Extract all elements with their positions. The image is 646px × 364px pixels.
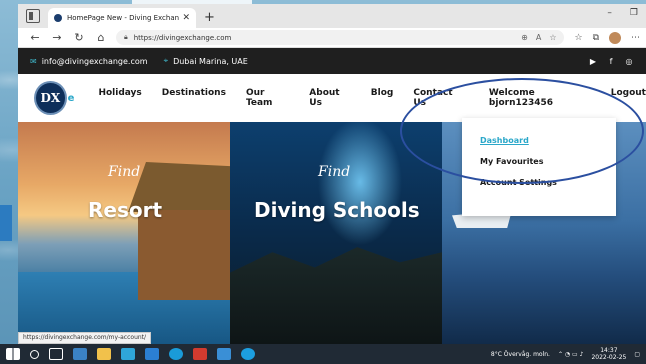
home-icon[interactable]: ⌂	[90, 31, 112, 44]
facebook-icon[interactable]: f	[606, 57, 616, 66]
tray-icons[interactable]: ⌃ ◔ ▭ ♪	[558, 351, 583, 358]
logo-text: DX	[40, 91, 61, 105]
hut-body-graphic	[138, 210, 230, 300]
widgets-icon[interactable]	[73, 348, 87, 360]
refresh-icon[interactable]: ↻	[68, 31, 90, 44]
close-tab-icon[interactable]: ✕	[182, 13, 190, 23]
acrobat-icon[interactable]	[193, 348, 207, 360]
dropdown-item-dashboard[interactable]: Dashboard	[480, 136, 616, 157]
start-icon[interactable]	[6, 348, 20, 360]
address-bar: ← → ↻ ⌂ 🔒︎ https://divingexchange.com ⊕ …	[18, 28, 646, 48]
browser-tab[interactable]: HomePage New - Diving Exchan ✕	[48, 8, 196, 28]
account-dropdown: Dashboard My Favourites Account Settings	[462, 118, 616, 216]
maximize-icon[interactable]: ❐	[630, 8, 638, 18]
hero-panel-resort[interactable]: Find Resort	[18, 122, 230, 344]
hero-panel-diving-schools[interactable]: Find Diving Schools	[230, 122, 442, 344]
task-view-icon[interactable]	[49, 348, 63, 360]
forward-icon[interactable]: →	[46, 31, 68, 44]
panel-find-label: Find	[318, 164, 351, 180]
store-icon[interactable]	[121, 348, 135, 360]
file-explorer-icon[interactable]	[97, 348, 111, 360]
windows-taskbar: 8°C Övervåg. moln. ⌃ ◔ ▭ ♪ 14:37 2022-02…	[0, 344, 646, 364]
more-options-icon[interactable]: ⋯	[631, 33, 640, 43]
nav-item-about-us[interactable]: About Us	[309, 88, 351, 108]
app-icon[interactable]	[217, 348, 231, 360]
nav-item-welcome-user[interactable]: Welcome bjorn123456	[489, 88, 591, 108]
new-tab-icon[interactable]: +	[204, 10, 215, 25]
notifications-icon[interactable]: ▢	[634, 351, 640, 358]
weather-text[interactable]: 8°C Övervåg. moln.	[491, 351, 550, 358]
nav-item-destinations[interactable]: Destinations	[162, 88, 226, 108]
instagram-icon[interactable]: ◎	[624, 57, 634, 66]
mail-app-icon[interactable]	[145, 348, 159, 360]
system-tray: 8°C Övervåg. moln. ⌃ ◔ ▭ ♪ 14:37 2022-02…	[491, 347, 646, 361]
back-icon[interactable]: ←	[24, 31, 46, 44]
lock-icon[interactable]: 🔒︎	[124, 33, 128, 42]
background-window-edge	[0, 205, 12, 241]
site-favicon-icon	[54, 14, 62, 22]
nav-item-blog[interactable]: Blog	[371, 88, 394, 108]
nav-item-holidays[interactable]: Holidays	[98, 88, 141, 108]
reef-graphic	[230, 247, 442, 344]
nav-item-contact-us[interactable]: Contact Us	[413, 88, 463, 108]
minimize-icon[interactable]: –	[607, 8, 612, 18]
clock-time: 14:37	[600, 347, 618, 354]
site-top-bar: ✉ info@divingexchange.com ⌖ Dubai Marina…	[18, 48, 646, 74]
profile-avatar[interactable]	[609, 31, 621, 44]
location-pin-icon: ⌖	[163, 56, 169, 65]
location-text: Dubai Marina, UAE	[173, 56, 248, 66]
email-text: info@divingexchange.com	[41, 56, 148, 66]
edge-icon[interactable]	[169, 348, 183, 360]
nav-item-our-team[interactable]: Our Team	[246, 88, 289, 108]
skype-icon[interactable]	[241, 348, 255, 360]
dropdown-item-account-settings[interactable]: Account Settings	[480, 178, 616, 199]
site-logo[interactable]: DX	[34, 81, 67, 115]
zoom-icon[interactable]: ⊕	[521, 33, 528, 42]
social-links: ▶ f ◎	[588, 57, 634, 66]
url-text: https://divingexchange.com	[133, 33, 232, 42]
nav-item-logout[interactable]: Logout	[611, 88, 646, 108]
favorites-icon[interactable]: ☆	[574, 33, 582, 43]
tab-bar: HomePage New - Diving Exchan ✕ + – ❐	[18, 4, 646, 28]
panel-title: Diving Schools	[254, 198, 420, 222]
collections-icon[interactable]: ⧉	[593, 33, 599, 43]
clock[interactable]: 14:37 2022-02-25	[591, 347, 626, 361]
nav-menu: Holidays Destinations Our Team About Us …	[98, 88, 646, 108]
tab-title: HomePage New - Diving Exchan	[67, 14, 180, 22]
main-navigation: DX e Holidays Destinations Our Team Abou…	[18, 74, 646, 122]
contact-location: ⌖ Dubai Marina, UAE	[164, 56, 248, 66]
window-controls: – ❐	[607, 8, 638, 18]
contact-email[interactable]: ✉ info@divingexchange.com	[30, 57, 148, 66]
read-aloud-icon[interactable]: A	[536, 33, 541, 42]
panel-find-label: Find	[108, 164, 141, 180]
favorite-star-icon[interactable]: ☆	[549, 33, 556, 42]
dropdown-item-my-favourites[interactable]: My Favourites	[480, 157, 616, 178]
search-icon[interactable]	[30, 349, 39, 359]
youtube-icon[interactable]: ▶	[588, 57, 598, 66]
tab-actions-icon[interactable]	[26, 9, 40, 23]
clock-date: 2022-02-25	[591, 354, 627, 361]
panel-title: Resort	[88, 198, 163, 222]
url-actions: ⊕ A ☆	[521, 33, 556, 42]
mail-icon: ✉	[30, 56, 37, 66]
browser-toolbar: ☆ ⧉ ⋯	[574, 31, 640, 44]
url-field[interactable]: 🔒︎ https://divingexchange.com ⊕ A ☆	[116, 30, 565, 45]
status-bar-url: https://divingexchange.com/my-account/	[18, 332, 152, 344]
logo-tail: e	[67, 92, 75, 104]
